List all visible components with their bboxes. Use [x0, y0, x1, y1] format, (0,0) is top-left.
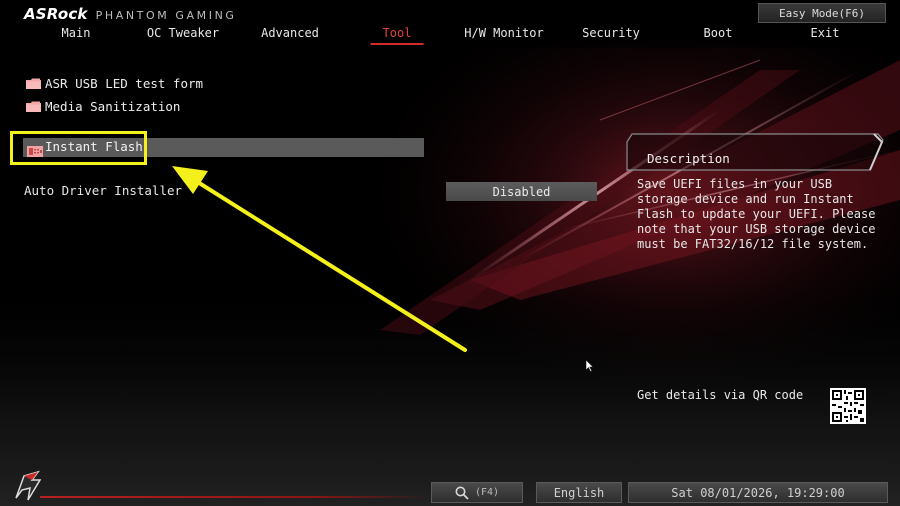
annotation-highlight-box [10, 131, 147, 165]
language-button[interactable]: English [536, 482, 622, 503]
top-bar: ASRock PHANTOM GAMING Easy Mode(F6) Main… [0, 0, 900, 48]
phantom-gaming-logo [15, 470, 42, 501]
mouse-cursor-icon [586, 360, 594, 372]
folder-icon [26, 101, 41, 112]
asrock-logo: ASRock PHANTOM GAMING [24, 5, 237, 23]
tab-advanced[interactable]: Advanced [261, 26, 319, 46]
auto-driver-installer-label: Auto Driver Installer [24, 183, 183, 198]
tab-boot[interactable]: Boot [704, 26, 733, 46]
tab-tool[interactable]: Tool [370, 26, 424, 46]
menu-item-label: ASR USB LED test form [45, 75, 204, 91]
tab-exit[interactable]: Exit [811, 26, 840, 46]
easy-mode-button[interactable]: Easy Mode(F6) [758, 3, 886, 23]
menu-item-label: Media Sanitization [45, 98, 181, 114]
description-text: Save UEFI files in your USB storage devi… [637, 177, 876, 251]
menu-item-media-sanitization[interactable]: Media Sanitization [26, 97, 180, 115]
qr-code-image [830, 388, 866, 424]
search-icon [455, 486, 469, 500]
brand-subtitle: PHANTOM GAMING [95, 9, 237, 22]
footer-accent-line [40, 496, 430, 498]
search-button[interactable]: (F4) [431, 482, 523, 503]
qr-code-caption: Get details via QR code [637, 388, 804, 402]
main-tabs: Main OC Tweaker Advanced Tool H/W Monito… [0, 26, 900, 46]
search-shortcut-key: (F4) [474, 487, 500, 498]
description-title: Description [647, 151, 730, 166]
brand-name: ASRock [24, 5, 88, 23]
menu-item-asr-usb-led-test-form[interactable]: ASR USB LED test form [26, 74, 203, 92]
date-time-display: Sat 08/01/2026, 19:29:00 [628, 482, 888, 503]
auto-driver-installer-select[interactable]: Disabled [446, 182, 597, 201]
tab-hw-monitor[interactable]: H/W Monitor [464, 26, 543, 46]
tab-oc-tweaker[interactable]: OC Tweaker [147, 26, 219, 46]
tab-security[interactable]: Security [582, 26, 640, 46]
tab-main[interactable]: Main [62, 26, 91, 46]
folder-icon [26, 78, 41, 89]
